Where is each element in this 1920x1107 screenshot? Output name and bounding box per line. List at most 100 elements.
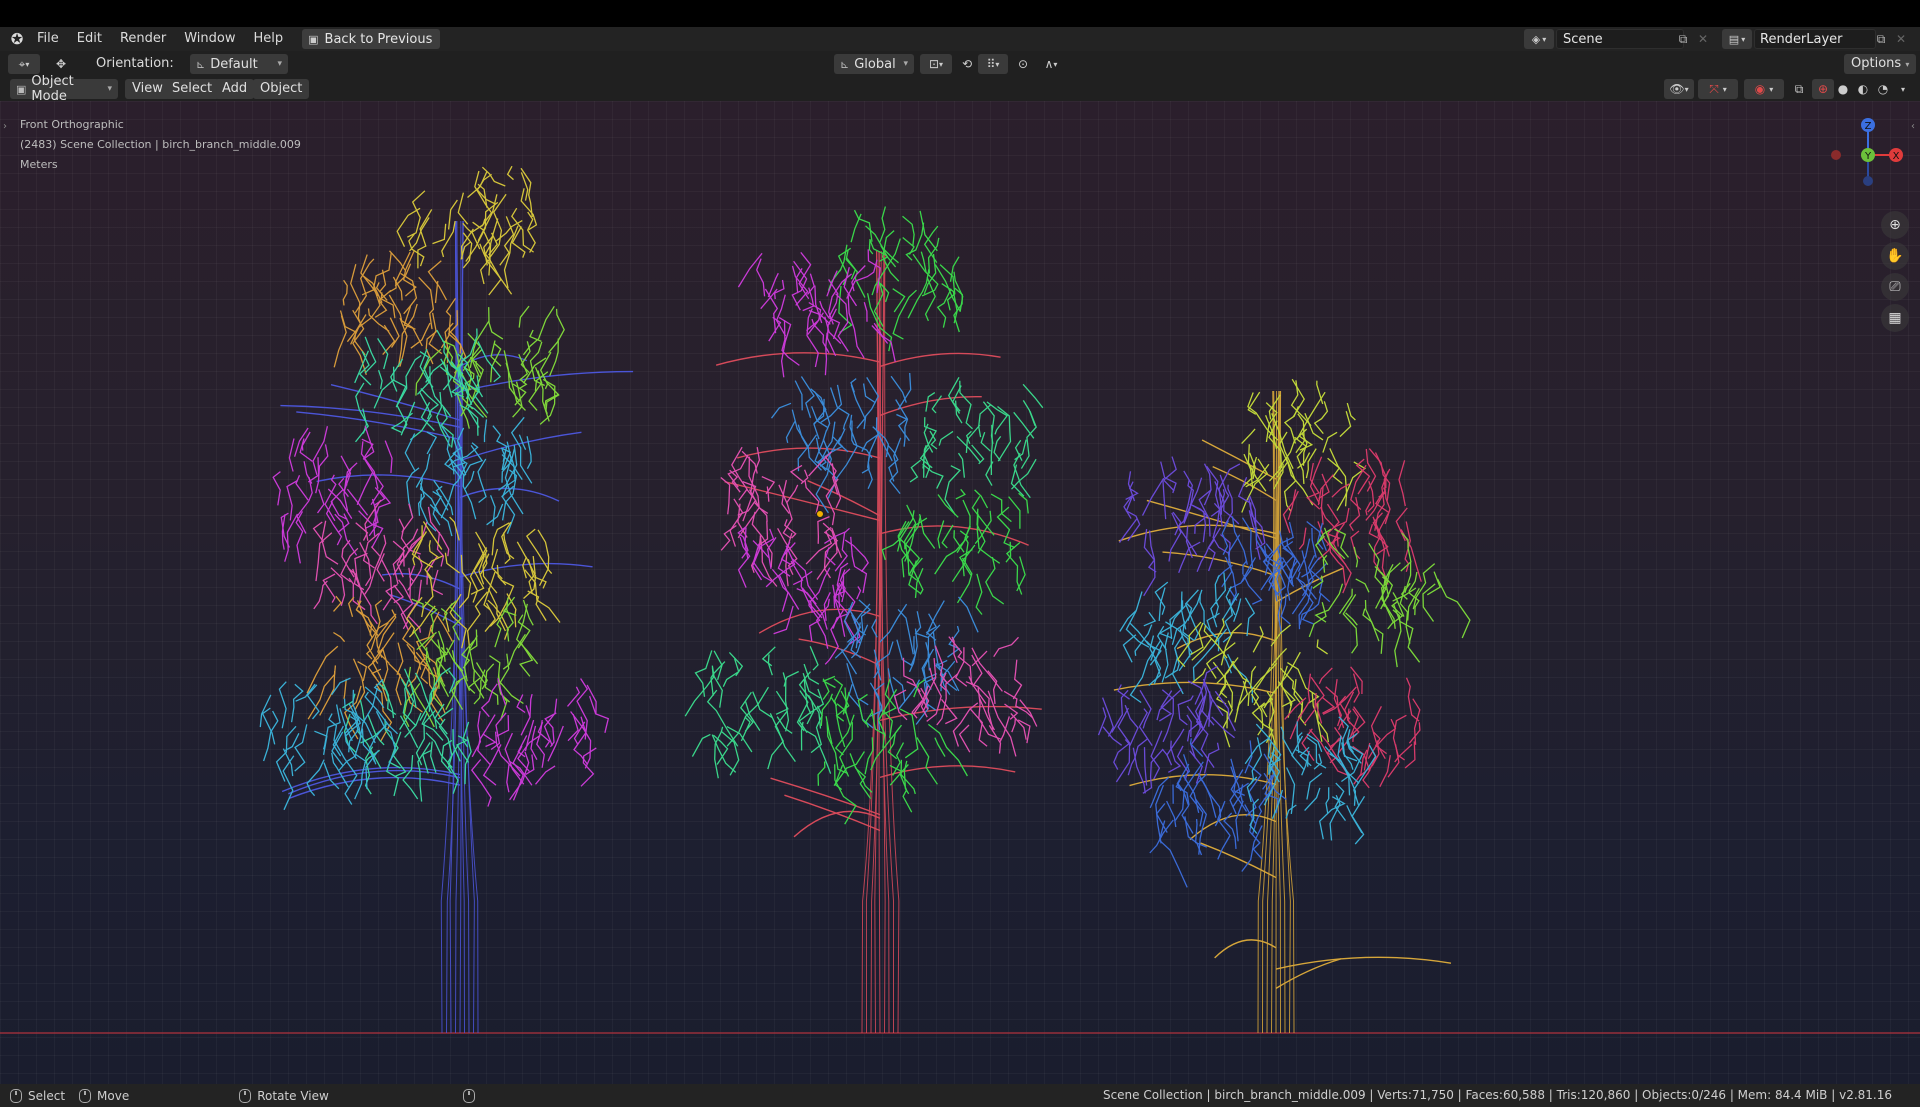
menu-help[interactable]: Help bbox=[245, 28, 293, 50]
branch-cluster bbox=[737, 249, 896, 378]
global-axes-icon: ⊾ bbox=[840, 57, 850, 71]
twig bbox=[834, 764, 857, 825]
twig bbox=[406, 467, 420, 517]
orientation-axes-icon: ⊾ bbox=[196, 57, 206, 71]
tree-middle[interactable] bbox=[684, 206, 1044, 1034]
material-shading-icon[interactable]: ◐ bbox=[1852, 79, 1874, 99]
pan-view-hand-icon[interactable]: ✋ bbox=[1881, 242, 1909, 270]
menu-file[interactable]: File bbox=[28, 28, 68, 50]
pivot-point-dropdown[interactable]: ⊡ ▾ bbox=[920, 54, 952, 74]
twig bbox=[1166, 728, 1185, 756]
twig bbox=[834, 764, 844, 791]
scene-name: Scene bbox=[1563, 31, 1603, 47]
solid-shading-icon[interactable]: ● bbox=[1832, 79, 1854, 99]
orthographic-grid-icon[interactable]: ▦ bbox=[1881, 304, 1909, 332]
scene-selector-dropdown[interactable]: ◈ ▾ bbox=[1524, 29, 1554, 49]
object-menu[interactable]: Object bbox=[253, 79, 310, 99]
snap-toggle-icon[interactable]: ⟲ bbox=[956, 54, 978, 74]
blender-logo-icon[interactable]: ✪ bbox=[6, 28, 28, 50]
branch-cluster bbox=[770, 372, 912, 514]
toolbar-expand-arrow-icon[interactable]: › bbox=[3, 121, 7, 132]
shading-options-dropdown[interactable]: ▾ bbox=[1892, 79, 1914, 99]
twig bbox=[863, 302, 868, 322]
twig bbox=[1392, 714, 1407, 761]
snap-grid-icon: ⠿ bbox=[986, 57, 996, 71]
scene-copy-icon[interactable]: ⧉ bbox=[1676, 32, 1690, 46]
twig bbox=[720, 524, 737, 551]
menu-edit[interactable]: Edit bbox=[68, 28, 111, 50]
branch bbox=[879, 352, 1001, 368]
axis-navigation-gizmo[interactable]: Z X Y bbox=[1812, 115, 1912, 205]
rendered-shading-icon[interactable]: ◔ bbox=[1872, 79, 1894, 99]
orientation-dropdown[interactable]: ⊾ Default ▾ bbox=[190, 54, 288, 74]
twig bbox=[1097, 707, 1107, 736]
twig bbox=[1161, 748, 1173, 766]
add-menu[interactable]: Add bbox=[215, 79, 255, 99]
3d-viewport[interactable]: Front Orthographic (2483) Scene Collecti… bbox=[0, 101, 1920, 1084]
twig bbox=[706, 689, 739, 747]
twig bbox=[1171, 589, 1203, 645]
render-layer-close-icon[interactable]: ✕ bbox=[1894, 32, 1908, 46]
back-to-previous-button[interactable]: ▣ Back to Previous bbox=[302, 29, 441, 49]
wireframe-shading-icon[interactable]: ⊕ bbox=[1812, 79, 1834, 99]
gizmo-toggle-dropdown[interactable]: ⤧ ▾ bbox=[1698, 79, 1738, 99]
twig bbox=[755, 258, 766, 297]
twig bbox=[862, 383, 876, 403]
twig bbox=[1316, 639, 1328, 655]
gizmo-neg-x-axis[interactable] bbox=[1831, 150, 1841, 160]
twig bbox=[278, 681, 287, 729]
branch bbox=[715, 352, 881, 366]
proportional-falloff-dropdown[interactable]: ∧ ▾ bbox=[1036, 54, 1066, 74]
status-select-label: Select bbox=[28, 1088, 66, 1103]
menu-render[interactable]: Render bbox=[111, 28, 175, 50]
twig bbox=[974, 489, 989, 509]
camera-view-icon[interactable]: ⎚ bbox=[1881, 273, 1909, 301]
tree-left[interactable] bbox=[259, 165, 634, 1034]
view-menu[interactable]: View bbox=[125, 79, 170, 99]
xray-toggle-icon[interactable]: ⧉ bbox=[1788, 79, 1810, 99]
scene-name-field[interactable]: Scene bbox=[1556, 29, 1684, 49]
twig bbox=[951, 385, 962, 412]
twig bbox=[1422, 583, 1436, 622]
menu-window[interactable]: Window bbox=[175, 28, 244, 50]
twig bbox=[924, 277, 936, 322]
status-context-hint bbox=[462, 1088, 475, 1103]
gizmo-x-label: X bbox=[1893, 151, 1900, 162]
twig bbox=[684, 667, 715, 717]
twig bbox=[548, 308, 565, 354]
render-layer-selector-dropdown[interactable]: ▤ ▾ bbox=[1722, 29, 1752, 49]
sidebar-expand-arrow-icon[interactable]: ‹ bbox=[1911, 121, 1915, 132]
scene-close-icon[interactable]: ✕ bbox=[1696, 32, 1710, 46]
object-mode-dropdown[interactable]: ▣ Object Mode ▾ bbox=[10, 74, 118, 104]
twig bbox=[815, 598, 830, 649]
twig bbox=[1306, 772, 1323, 800]
twig bbox=[473, 669, 485, 699]
twig bbox=[808, 600, 821, 642]
transform-move-icon[interactable]: ✥ bbox=[50, 54, 72, 74]
transform-space-dropdown[interactable]: ⊾ Global ▾ bbox=[834, 54, 914, 74]
twig bbox=[776, 716, 793, 734]
visibility-filter-dropdown[interactable]: 👁 ▾ bbox=[1664, 79, 1694, 99]
overlays-circles-icon: ◉ bbox=[1754, 82, 1766, 96]
branch-cluster bbox=[834, 596, 979, 731]
overlays-toggle-dropdown[interactable]: ◉ ▾ bbox=[1744, 79, 1784, 99]
render-layer-copy-icon[interactable]: ⧉ bbox=[1874, 32, 1888, 46]
twig bbox=[396, 642, 404, 675]
render-layer-name-field[interactable]: RenderLayer bbox=[1754, 29, 1876, 49]
zoom-view-icon[interactable]: ⊕ bbox=[1881, 211, 1909, 239]
proportional-edit-icon[interactable]: ⊙ bbox=[1012, 54, 1034, 74]
context-mouse-icon bbox=[462, 1088, 475, 1103]
twig bbox=[957, 452, 966, 478]
editor-type-dropdown[interactable]: ⌖ ▾ bbox=[8, 54, 40, 74]
twig bbox=[1165, 621, 1191, 658]
options-label: Options bbox=[1851, 56, 1902, 71]
options-dropdown[interactable]: Options ▾ bbox=[1844, 54, 1917, 74]
twig bbox=[986, 401, 1009, 435]
snap-target-dropdown[interactable]: ⠿ ▾ bbox=[978, 54, 1008, 74]
select-menu[interactable]: Select bbox=[165, 79, 220, 99]
branch bbox=[1118, 524, 1277, 542]
twig bbox=[1284, 697, 1307, 720]
tree-wireframes bbox=[0, 165, 1920, 1034]
gizmo-neg-z-axis[interactable] bbox=[1863, 176, 1873, 186]
tree-right[interactable] bbox=[1097, 378, 1471, 1034]
